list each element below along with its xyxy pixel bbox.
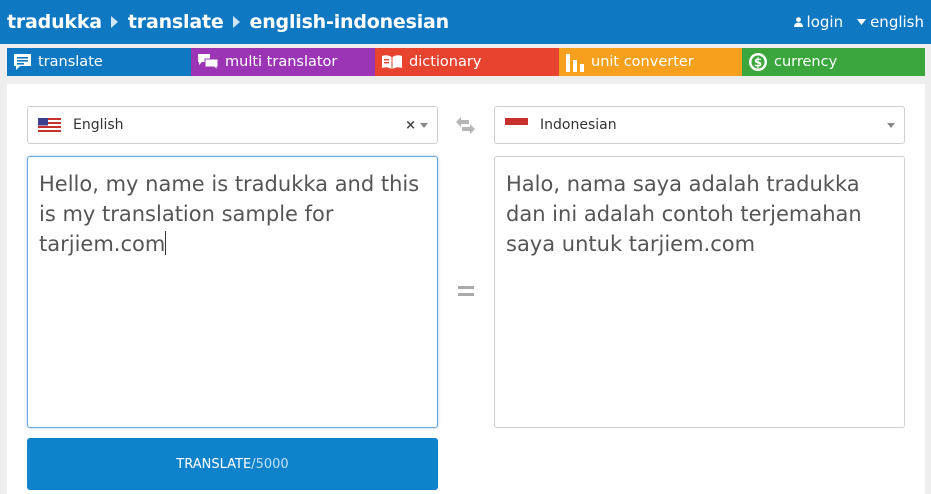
text-cursor [165,231,167,255]
breadcrumb-translate-link[interactable]: translate [128,11,224,33]
chevron-right-icon [110,16,118,28]
tab-translate[interactable]: translate [7,48,191,76]
svg-text:$: $ [754,56,762,70]
target-language-select[interactable]: Indonesian [494,106,905,144]
translated-text-output[interactable]: Halo, nama saya adalah tradukka dan ini … [494,156,905,428]
breadcrumb-home-link[interactable]: tradukka [7,11,102,33]
caret-down-icon [887,122,895,128]
tab-label: translate [38,54,103,70]
caret-down-icon [857,19,867,25]
breadcrumb: tradukka translate english-indonesian [7,11,449,33]
user-icon [793,17,803,27]
indonesia-flag-icon [505,118,528,132]
tab-label: unit converter [591,54,694,70]
language-menu[interactable]: english [857,13,924,31]
dollar-coin-icon: $ [748,52,768,72]
open-book-icon [381,54,403,70]
source-text: Hello, my name is tradukka and this is m… [39,172,426,256]
bar-chart-icon [565,52,585,72]
target-language-label: Indonesian [540,117,617,133]
language-menu-label: english [870,13,924,31]
tab-label: dictionary [409,54,482,70]
source-language-select[interactable]: English × [27,106,438,144]
equals-icon [458,286,474,300]
tab-label: multi translator [225,54,338,70]
login-label: login [806,13,844,31]
multi-chat-icon [197,53,219,71]
breadcrumb-current[interactable]: english-indonesian [250,11,450,33]
tab-label: currency [774,54,838,70]
caret-down-icon [420,122,428,128]
translated-text: Halo, nama saya adalah tradukka dan ini … [506,172,869,256]
top-bar: tradukka translate english-indonesian lo… [0,0,931,44]
tab-multi-translator[interactable]: multi translator [191,48,375,76]
translate-button-label: TRANSLATE [176,456,252,472]
chevron-right-icon [232,16,240,28]
tab-dictionary[interactable]: dictionary [375,48,559,76]
us-flag-icon [38,118,61,132]
translator-panel: English × Indonesian Hello, my name is t… [7,84,925,494]
login-link[interactable]: login [793,13,844,31]
nav-tabs: translate multi translator dictionary un… [7,48,925,76]
chat-bubble-icon [13,53,32,71]
character-limit-count: 5000 [255,456,289,472]
translate-button[interactable]: TRANSLATE / 5000 [27,438,438,490]
source-language-label: English [73,117,124,133]
source-text-input[interactable]: Hello, my name is tradukka and this is m… [27,156,438,428]
swap-languages-icon[interactable] [456,117,475,134]
clear-selection-icon[interactable]: × [405,118,416,133]
tab-unit-converter[interactable]: unit converter [559,48,742,76]
tab-currency[interactable]: $ currency [742,48,925,76]
